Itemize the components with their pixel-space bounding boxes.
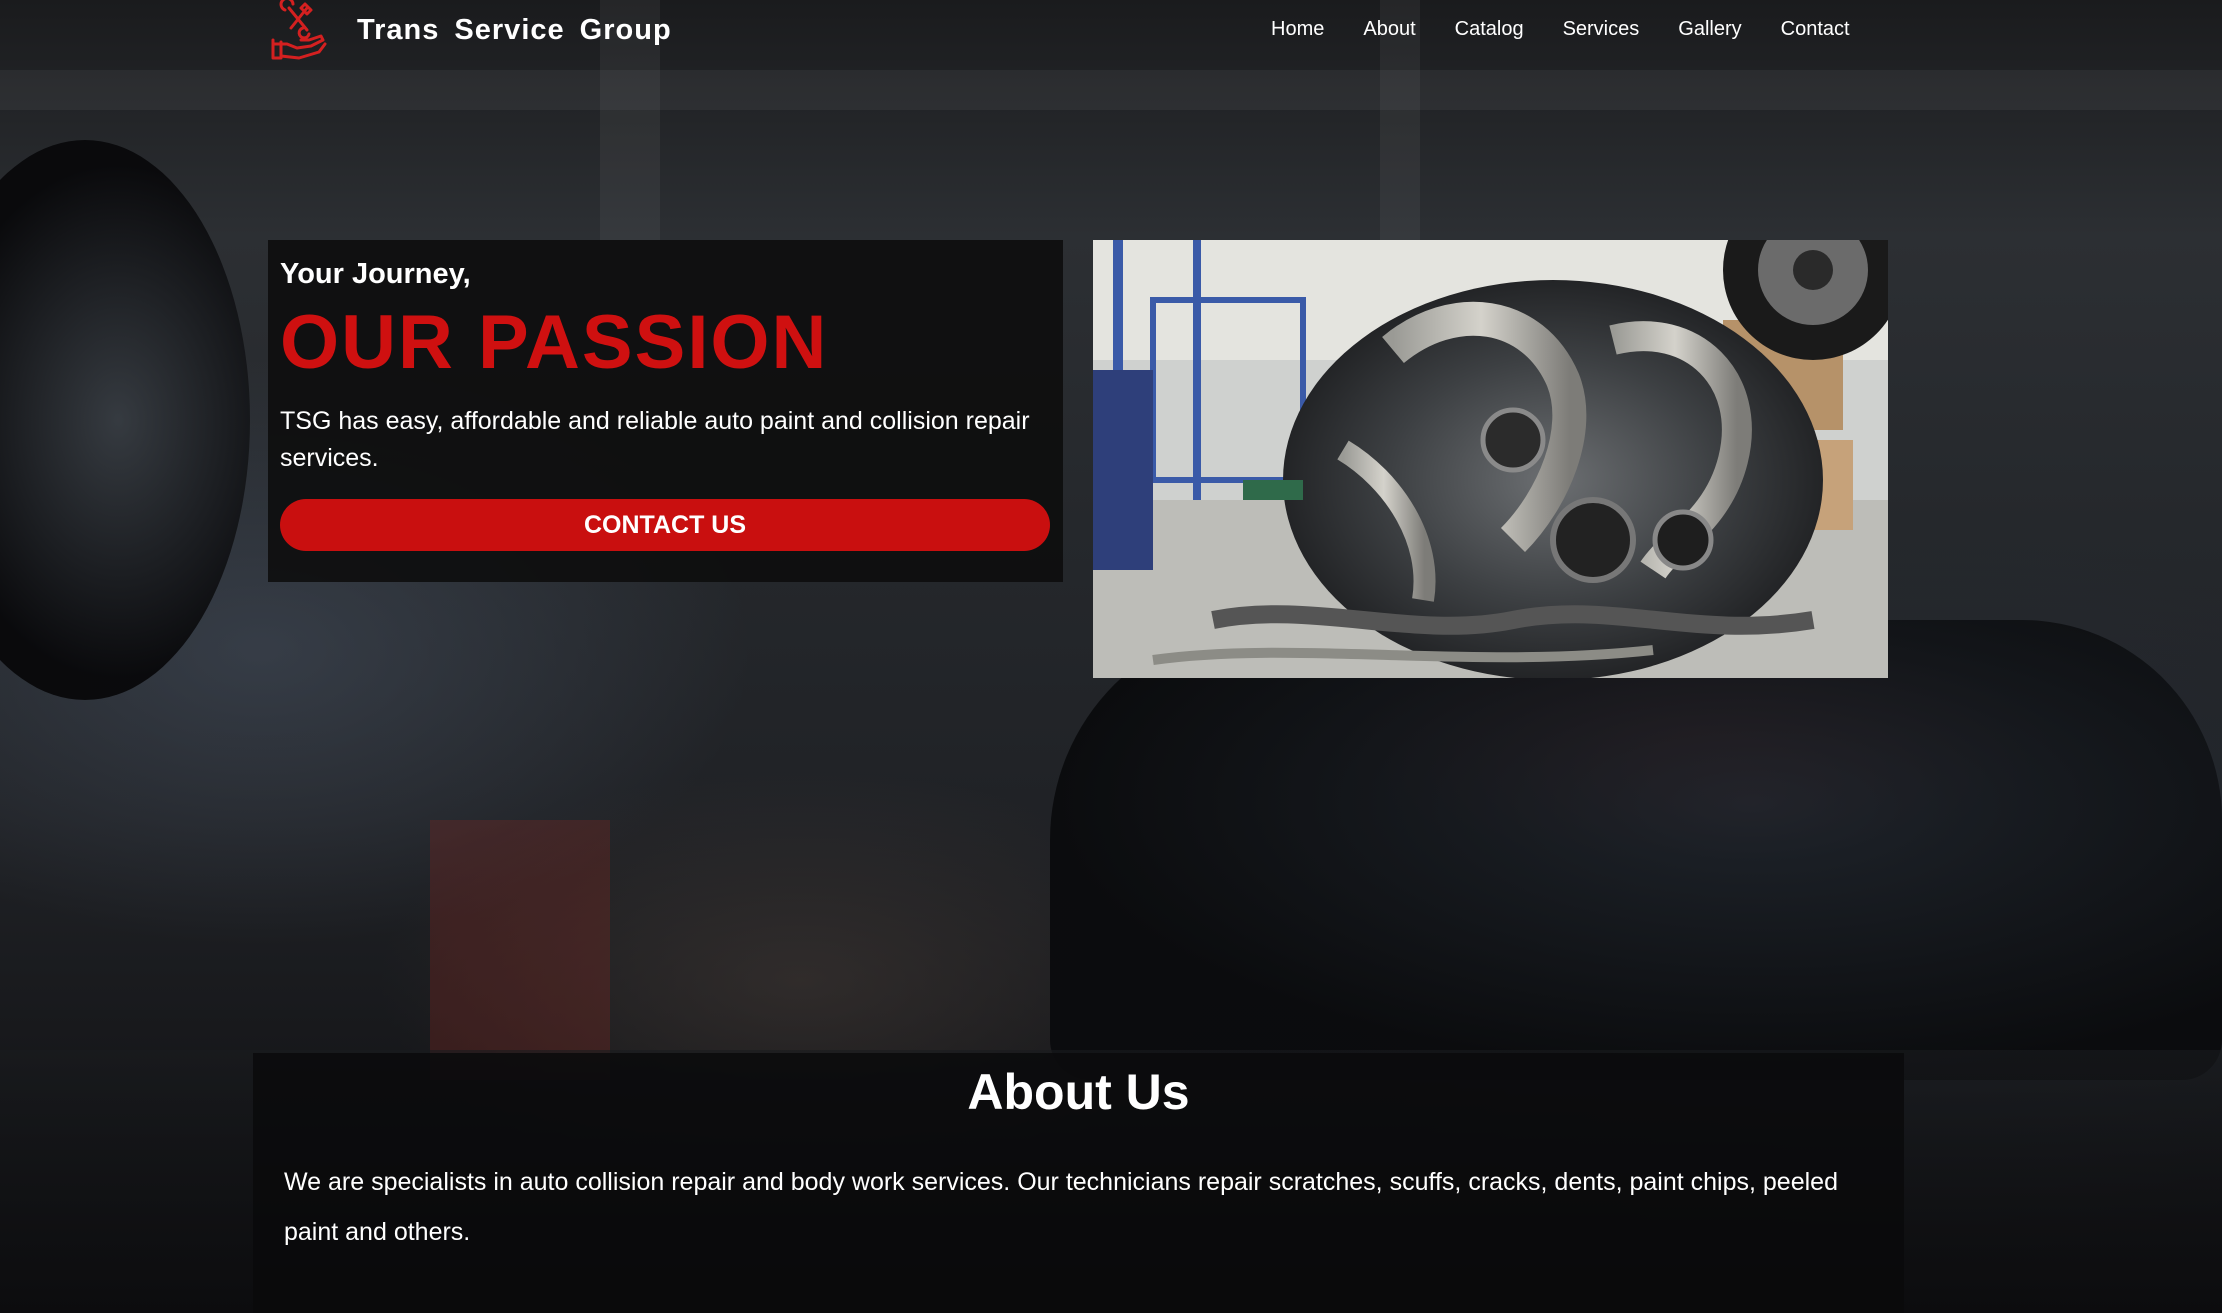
hero-title: OUR PASSION — [280, 300, 829, 385]
nav-about[interactable]: About — [1363, 18, 1415, 41]
nav-home[interactable]: Home — [1271, 18, 1324, 41]
about-description: We are specialists in auto collision rep… — [284, 1168, 1838, 1246]
hero-card: Your Journey, OUR PASSION TSG has easy, … — [268, 240, 1063, 582]
nav-contact[interactable]: Contact — [1781, 18, 1850, 41]
about-title: About Us — [967, 1064, 1190, 1120]
nav-services[interactable]: Services — [1563, 18, 1640, 41]
brand-name[interactable]: Trans Service Group — [357, 14, 672, 47]
site-header: Trans Service Group Home About Catalog S… — [0, 0, 2222, 64]
contact-us-button[interactable]: CONTACT US — [280, 499, 1050, 551]
hero-description: TSG has easy, affordable and reliable au… — [280, 407, 1030, 472]
nav-catalog[interactable]: Catalog — [1455, 18, 1524, 41]
engine-photo — [1093, 240, 1888, 678]
wrench-hand-icon[interactable] — [267, 0, 329, 62]
about-section: About Us We are specialists in auto coll… — [253, 1053, 1904, 1313]
main-nav: Home About Catalog Services Gallery Cont… — [1271, 18, 1889, 41]
nav-gallery[interactable]: Gallery — [1678, 18, 1741, 41]
hero-kicker: Your Journey, — [280, 258, 471, 290]
